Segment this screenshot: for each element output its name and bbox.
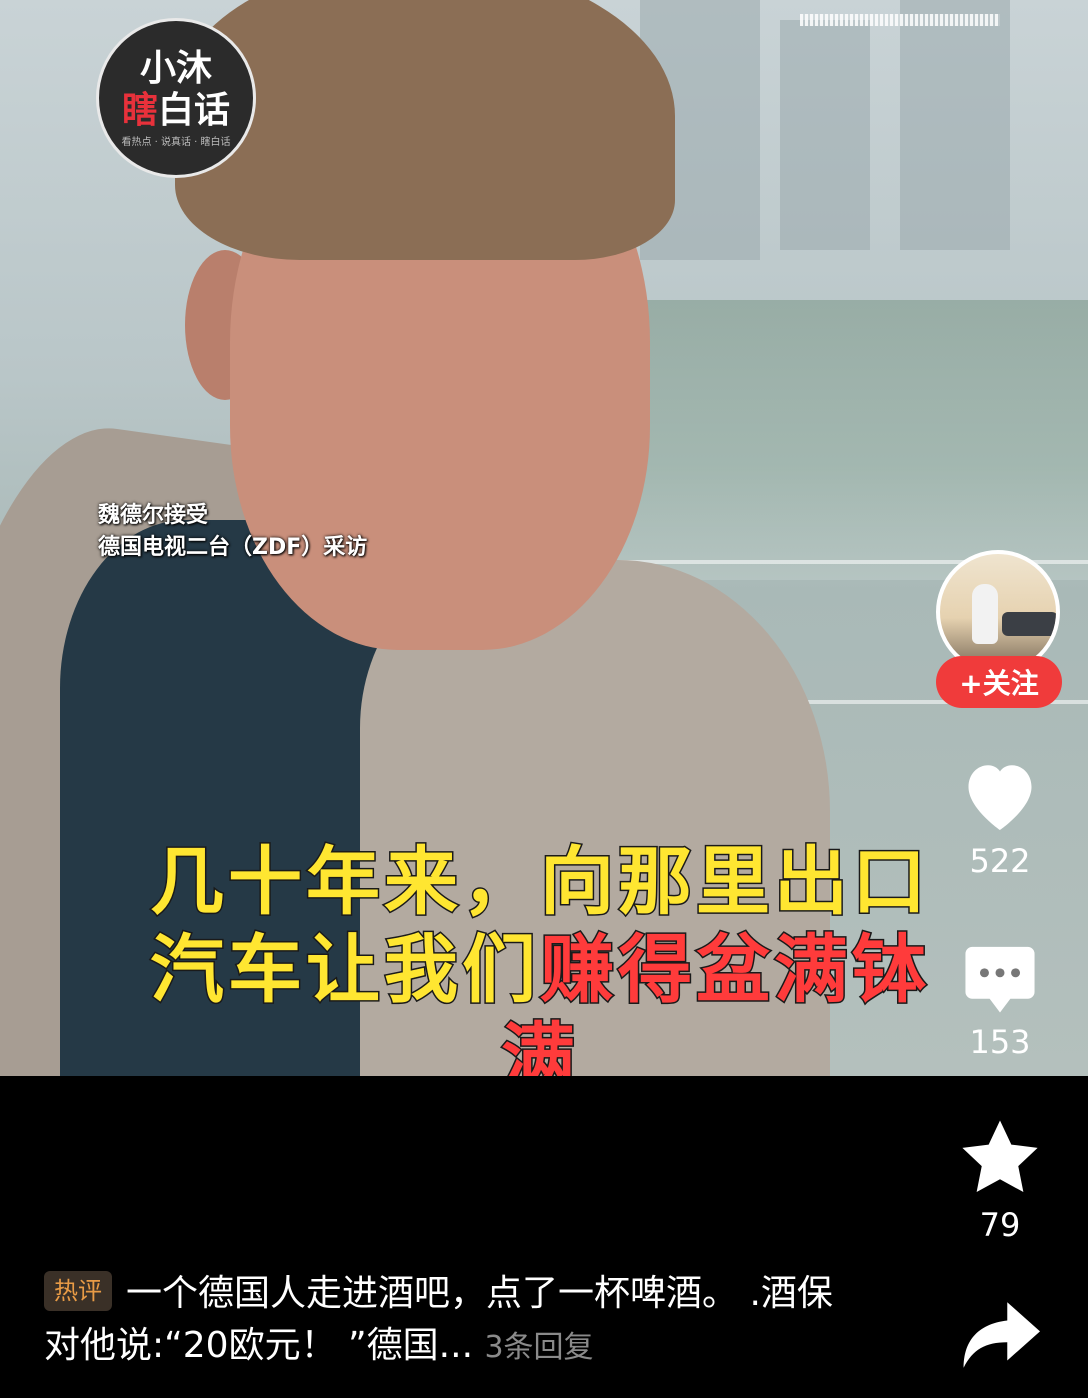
share-button[interactable] xyxy=(930,1295,1070,1375)
like-button[interactable]: 522 xyxy=(930,755,1070,881)
share-arrow-icon xyxy=(963,1302,1040,1368)
channel-logo: 小沐 瞎白话 看热点 · 说真话 · 瞎白话 xyxy=(96,18,256,178)
logo-line1: 小沐 xyxy=(139,47,212,89)
person-hair xyxy=(175,0,675,260)
follow-button[interactable]: +关注 xyxy=(936,656,1062,708)
avatar-vehicle xyxy=(1002,612,1056,636)
star-icon xyxy=(962,1120,1038,1193)
comment-button[interactable]: 153 xyxy=(930,940,1070,1062)
heart-icon xyxy=(968,765,1032,830)
avatar-astronaut xyxy=(972,584,998,644)
speech-bubble-icon xyxy=(965,946,1035,1013)
video-player[interactable]: 小沐 瞎白话 看热点 · 说真话 · 瞎白话 魏德尔接受 德国电视二台（ZDF）… xyxy=(0,0,1088,1076)
background-building xyxy=(900,0,1010,250)
hot-comment-tag: 热评 xyxy=(44,1271,112,1311)
video-caption: 魏德尔接受 德国电视二台（ZDF）采访 xyxy=(98,503,368,560)
hot-comment-text: 一个德国人走进酒吧，点了一杯啤酒。 .酒保对他说:“20欧元！ ”德国... xyxy=(44,1273,833,1366)
reply-count-link[interactable]: 3条回复 xyxy=(484,1330,593,1365)
comment-count: 153 xyxy=(969,1023,1031,1061)
logo-line2: 瞎白话 xyxy=(121,89,231,131)
favorite-button[interactable]: 79 xyxy=(930,1115,1070,1245)
hot-comment[interactable]: 热评 一个德国人走进酒吧，点了一杯啤酒。 .酒保对他说:“20欧元！ ”德国...… xyxy=(44,1268,844,1374)
video-subtitle: 几十年来，向那里出口 汽车让我们赚得盆满钵 满 xyxy=(149,838,930,1077)
like-count: 522 xyxy=(969,842,1031,880)
background-building xyxy=(780,20,870,250)
video-progress-indicator xyxy=(800,14,1000,26)
favorite-count: 79 xyxy=(979,1206,1021,1244)
logo-tagline: 看热点 · 说真话 · 瞎白话 xyxy=(121,136,231,148)
